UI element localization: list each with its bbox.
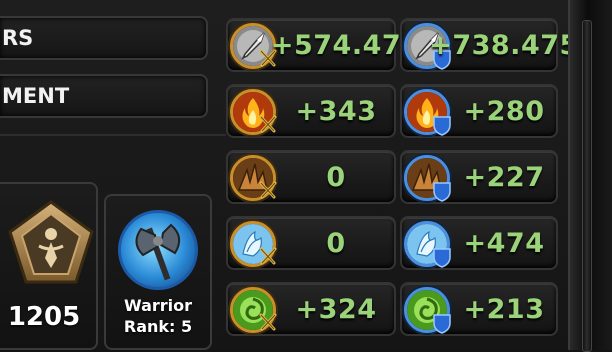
attack-swords-icon xyxy=(259,313,277,331)
defense-shield-icon xyxy=(433,314,451,334)
stat-value: +474 xyxy=(463,227,545,259)
stat-value: +213 xyxy=(463,293,545,325)
rating-panel: 1205 xyxy=(0,182,98,350)
stat-value: +280 xyxy=(463,95,545,127)
stat-value: +738.475 xyxy=(429,29,579,61)
stat-cell-ice-attack[interactable]: 0 xyxy=(226,216,396,270)
stat-cell-physical-attack[interactable]: +574.47 xyxy=(226,18,402,72)
section-label-1: RS xyxy=(0,16,208,60)
attack-swords-icon xyxy=(259,181,277,199)
defense-shield-icon xyxy=(433,182,451,202)
section-label-2-text: MENT xyxy=(2,84,70,108)
stat-cell-fire-defense[interactable]: +280 xyxy=(400,84,558,138)
pentagon-rank-emblem-icon xyxy=(8,200,94,284)
stat-value: 0 xyxy=(326,227,346,259)
scrollbar-track[interactable] xyxy=(568,0,612,352)
warrior-axe-icon xyxy=(118,210,198,290)
stat-cell-earth-defense[interactable]: +227 xyxy=(400,150,558,204)
class-rank: Rank: 5 xyxy=(123,317,193,336)
defense-shield-icon xyxy=(433,248,451,268)
stat-value: +574.47 xyxy=(270,29,402,61)
stat-cell-earth-attack[interactable]: 0 xyxy=(226,150,396,204)
attack-swords-icon xyxy=(259,115,277,133)
stat-value: +227 xyxy=(463,161,545,193)
section-label-1-text: RS xyxy=(2,26,34,50)
stat-cell-fire-attack[interactable]: +343 xyxy=(226,84,396,138)
class-name: Warrior xyxy=(123,296,193,315)
class-panel[interactable]: Warrior Rank: 5 xyxy=(104,194,212,350)
divider xyxy=(0,134,226,136)
scrollbar-rail[interactable] xyxy=(582,20,592,352)
stat-value: +324 xyxy=(295,293,377,325)
defense-shield-icon xyxy=(433,116,451,136)
stat-cell-nature-defense[interactable]: +213 xyxy=(400,282,558,336)
stat-cell-ice-defense[interactable]: +474 xyxy=(400,216,558,270)
stat-value: +343 xyxy=(295,95,377,127)
attack-swords-icon xyxy=(259,247,277,265)
stat-cell-physical-defense[interactable]: +738.475 xyxy=(400,18,579,72)
stat-cell-nature-attack[interactable]: +324 xyxy=(226,282,396,336)
section-label-2: MENT xyxy=(0,74,208,118)
rating-value: 1205 xyxy=(7,302,81,332)
stat-value: 0 xyxy=(326,161,346,193)
